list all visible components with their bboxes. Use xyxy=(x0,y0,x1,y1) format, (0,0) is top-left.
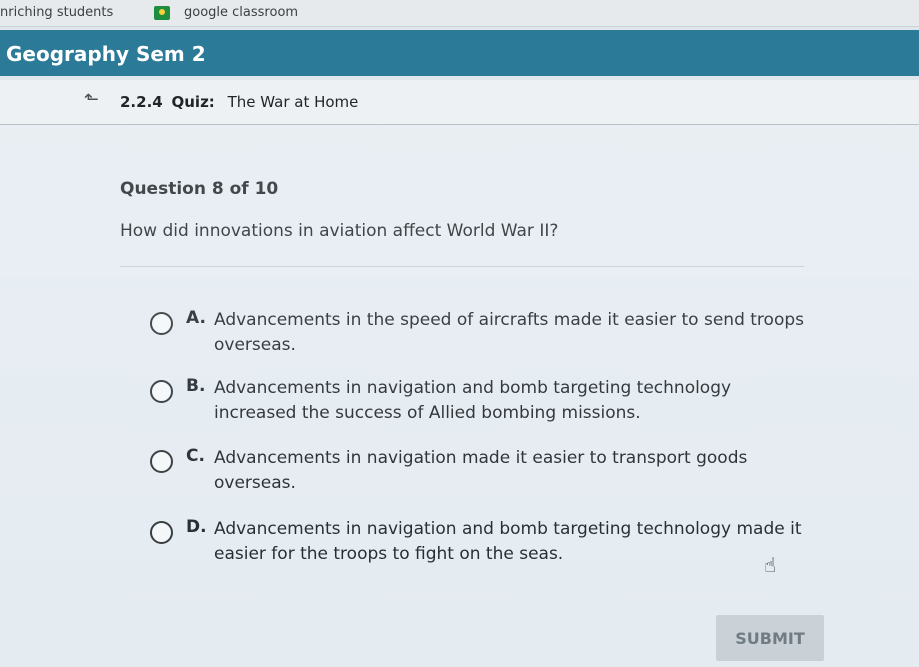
activity-kind: Quiz: xyxy=(171,93,215,111)
option-text: Advancements in navigation and bomb targ… xyxy=(214,519,802,564)
radio-button[interactable] xyxy=(150,312,173,335)
option-letter: D. xyxy=(186,517,207,537)
submit-button[interactable]: SUBMIT xyxy=(716,615,824,661)
answer-option-d[interactable]: D. Advancements in navigation and bomb t… xyxy=(150,517,830,573)
activity-bar: ⬑ 2.2.4 Quiz: The War at Home xyxy=(0,80,919,125)
activity-number: 2.2.4 xyxy=(120,93,163,111)
option-text: Advancements in the speed of aircrafts m… xyxy=(214,310,804,355)
answer-option-b[interactable]: B. Advancements in navigation and bomb t… xyxy=(150,376,830,432)
answer-option-c[interactable]: C. Advancements in navigation made it ea… xyxy=(150,446,830,502)
question-text: How did innovations in aviation affect W… xyxy=(120,221,559,241)
activity-title: 2.2.4 Quiz: The War at Home xyxy=(120,93,358,111)
divider xyxy=(120,266,804,267)
radio-button[interactable] xyxy=(150,450,173,473)
question-number: Question 8 of 10 xyxy=(120,179,279,199)
back-arrow-icon[interactable]: ⬑ xyxy=(84,89,99,110)
bookmark-google-classroom[interactable]: google classroom xyxy=(154,5,298,20)
answer-option-a[interactable]: A. Advancements in the speed of aircraft… xyxy=(150,308,830,364)
radio-button[interactable] xyxy=(150,521,173,544)
option-letter: A. xyxy=(186,308,206,328)
hand-cursor-icon: ☝ xyxy=(764,553,777,577)
course-title: Geography Sem 2 xyxy=(6,42,206,66)
radio-button[interactable] xyxy=(150,380,173,403)
classroom-icon xyxy=(154,5,170,20)
activity-name: The War at Home xyxy=(227,93,359,111)
bookmark-enriching-students[interactable]: nriching students xyxy=(0,5,113,20)
option-letter: B. xyxy=(186,376,206,396)
bookmark-label: google classroom xyxy=(184,5,299,20)
quiz-content: Question 8 of 10 How did innovations in … xyxy=(0,125,919,667)
option-letter: C. xyxy=(186,446,205,466)
course-header: Geography Sem 2 xyxy=(0,30,919,76)
option-text: Advancements in navigation made it easie… xyxy=(214,448,748,493)
option-text: Advancements in navigation and bomb targ… xyxy=(214,378,732,423)
bookmarks-bar: nriching students google classroom xyxy=(0,0,919,27)
